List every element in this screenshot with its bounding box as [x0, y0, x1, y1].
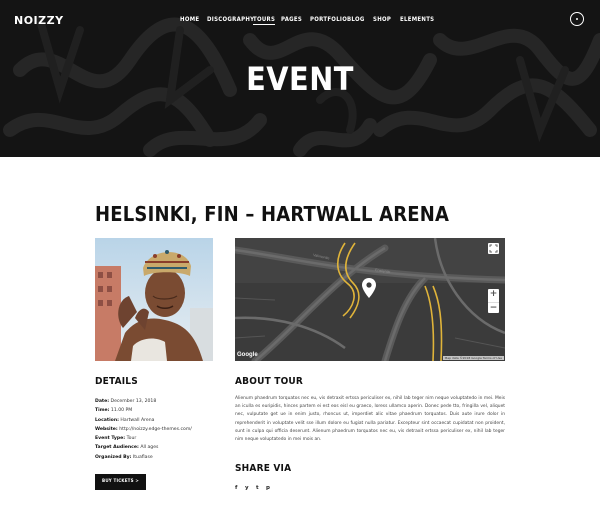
nav-shop[interactable]: SHOP — [373, 16, 391, 23]
detail-organized-by: Organized By: Ituaflase — [95, 454, 153, 460]
nav-blog[interactable]: BLOG — [347, 16, 365, 23]
facebook-icon[interactable]: f — [235, 484, 237, 492]
map-pin-icon[interactable] — [362, 278, 376, 298]
details-heading: DETAILS — [95, 376, 138, 387]
map-fullscreen-button[interactable] — [488, 243, 499, 254]
hero-banner: NOIZZY HOME DISCOGRAPHY TOURS PAGES PORT… — [0, 0, 600, 157]
page-title: EVENT — [246, 60, 354, 98]
nav-pages[interactable]: PAGES — [281, 16, 302, 23]
detail-location: Location: Hartwall Arena — [95, 417, 155, 423]
map-attribution[interactable]: Map data ©2018 Google Terms of Use — [442, 356, 504, 360]
buy-tickets-button[interactable]: BUY TICKETS > — [95, 474, 146, 490]
event-details-list: Date: December 13, 2018 Time: 11.00 PM L… — [95, 397, 225, 462]
event-artist-photo — [95, 238, 213, 361]
map-zoom-controls: + − — [488, 289, 499, 313]
map-roads: Valimontie Ensilyntie — [235, 238, 505, 361]
map-zoom-in-button[interactable]: + — [488, 289, 499, 300]
website-link[interactable]: http://noizzy.edge-themes.com/ — [119, 427, 192, 432]
about-tour-heading: ABOUT TOUR — [235, 376, 304, 387]
detail-event-type: Event Type: Tour — [95, 436, 137, 442]
nav-portfolio[interactable]: PORTFOLIO — [310, 16, 347, 23]
nav-elements[interactable]: ELEMENTS — [400, 16, 434, 23]
about-tour-text: Alienum phaedrum torquatos nec eu, vis d… — [235, 396, 505, 443]
detail-website: Website: http://noizzy.edge-themes.com/ — [95, 426, 192, 432]
circle-dot-icon — [576, 18, 578, 20]
pinterest-icon[interactable]: p — [266, 484, 270, 492]
nav-tours[interactable]: TOURS — [253, 16, 276, 25]
detail-time: Time: 11.00 PM — [95, 408, 133, 414]
detail-date: Date: December 13, 2018 — [95, 399, 157, 404]
twitter-icon[interactable]: y — [245, 484, 249, 492]
share-via-heading: SHARE VIA — [235, 463, 292, 474]
side-menu-button[interactable] — [570, 12, 584, 26]
detail-target-audience: Target Audience: All ages — [95, 445, 159, 451]
nav-home[interactable]: HOME — [180, 16, 199, 23]
tumblr-icon[interactable]: t — [256, 484, 259, 492]
share-icons: f y t p — [235, 484, 295, 492]
artist-portrait-image — [95, 238, 213, 361]
google-logo: Google — [237, 352, 258, 358]
map-zoom-out-button[interactable]: − — [488, 302, 499, 313]
nav-discography[interactable]: DISCOGRAPHY — [207, 16, 254, 23]
event-title: HELSINKI, FIN – HARTWALL ARENA — [95, 202, 450, 226]
event-location-map[interactable]: Valimontie Ensilyntie + − Google Map dat… — [235, 238, 505, 361]
fullscreen-icon — [489, 244, 498, 253]
main-nav: HOME DISCOGRAPHY TOURS PAGES PORTFOLIO B… — [0, 16, 600, 28]
